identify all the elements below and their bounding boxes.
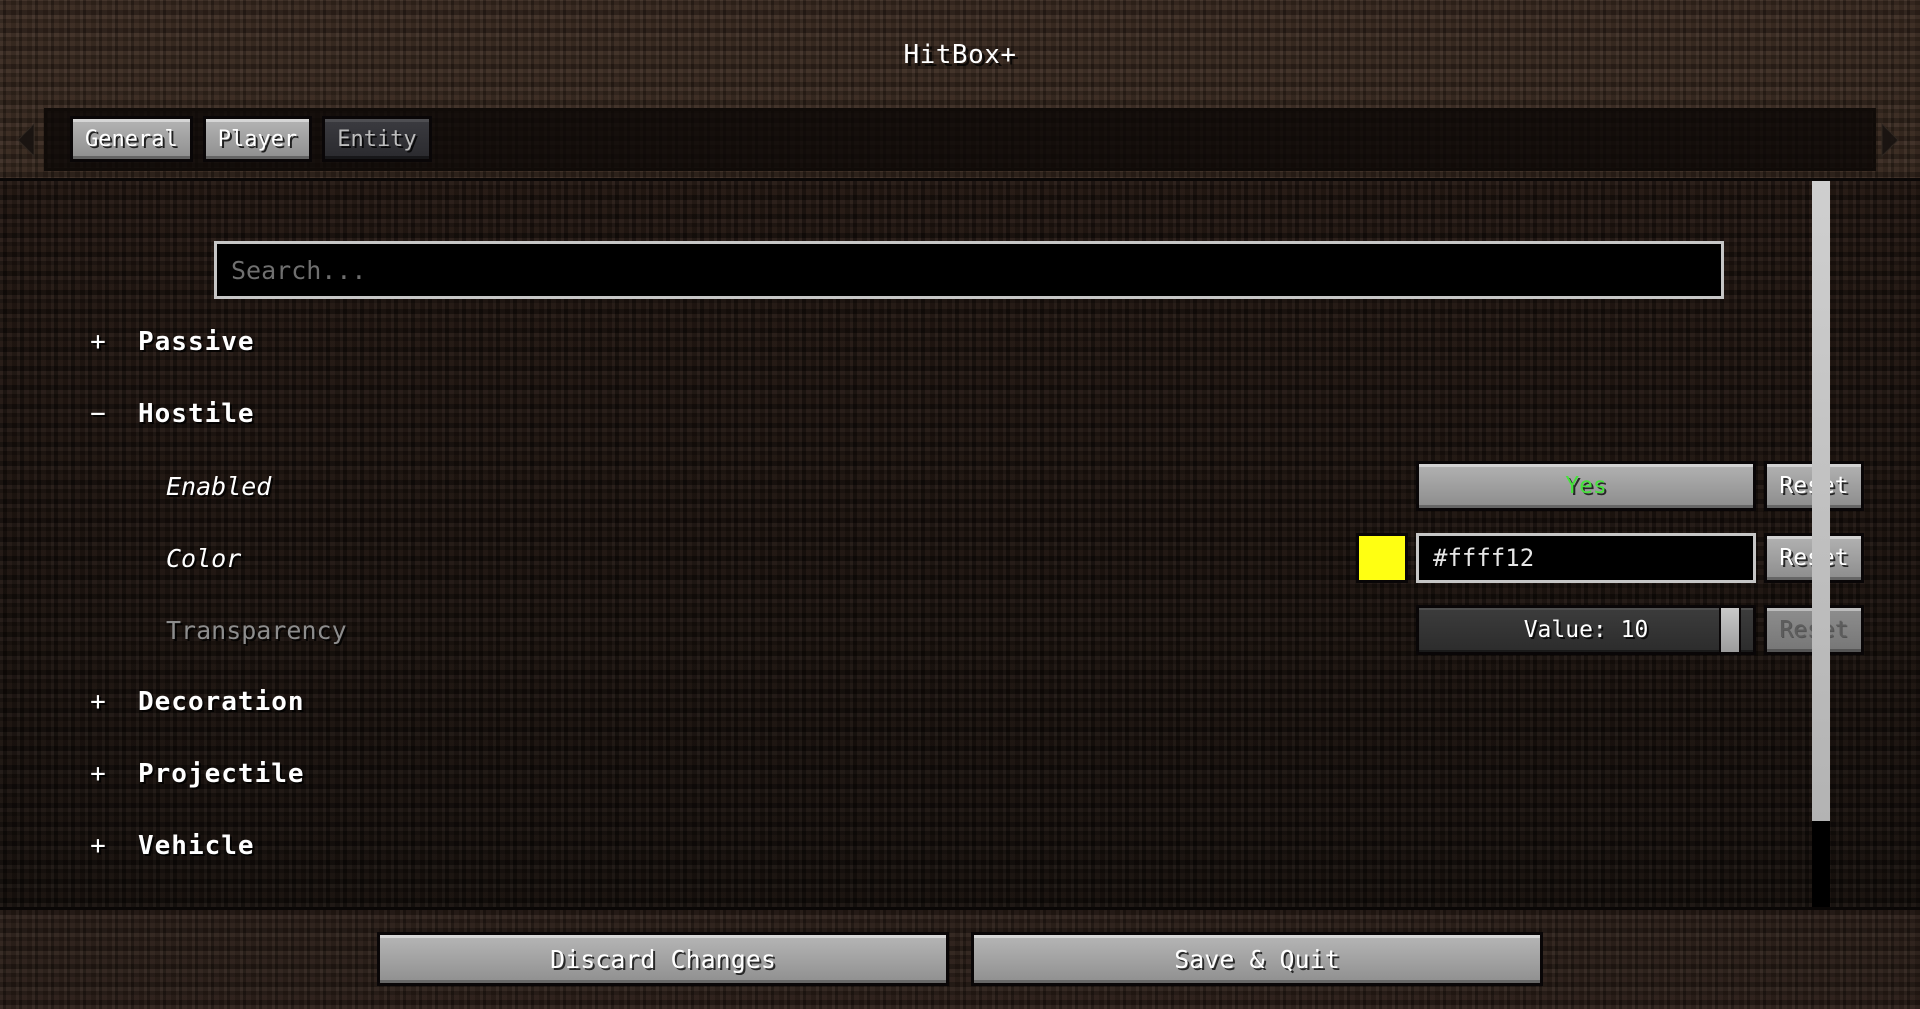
category-decoration-label: Decoration (138, 687, 305, 717)
screen-header: HitBox+ (0, 0, 1920, 100)
expand-plus-icon: + (90, 687, 106, 717)
tab-general[interactable]: General (70, 116, 193, 162)
expand-plus-icon: + (90, 831, 106, 861)
option-row-transparency: Transparency Value: 10 Reset (0, 594, 1920, 666)
minecraft-config-screen: HitBox+ General Player Entity Search... … (0, 0, 1920, 1009)
option-color-controls: Reset (1356, 532, 1864, 584)
option-transparency-label: Transparency (166, 615, 347, 645)
tab-player-label: Player (217, 126, 298, 152)
color-hex-input[interactable] (1433, 544, 1753, 572)
content-scrollbar-track[interactable] (1812, 181, 1830, 907)
category-decoration[interactable]: + Decoration (0, 666, 1920, 738)
option-transparency-controls: Value: 10 Reset (1416, 604, 1864, 656)
enabled-toggle-button[interactable]: Yes (1416, 461, 1756, 511)
expand-plus-icon: + (90, 759, 106, 789)
screen-footer: Discard Changes Save & Quit www.9minecra… (0, 910, 1920, 1009)
category-projectile-label: Projectile (138, 759, 305, 789)
category-passive-label: Passive (138, 327, 255, 357)
discard-changes-label: Discard Changes (550, 944, 776, 974)
content-scrollbar-thumb[interactable] (1812, 181, 1830, 821)
tab-list: General Player Entity (70, 116, 432, 162)
tab-bar: General Player Entity (0, 100, 1920, 178)
option-row-enabled: Enabled Yes Reset (0, 450, 1920, 522)
category-projectile[interactable]: + Projectile (0, 738, 1920, 810)
transparency-slider-handle[interactable] (1718, 608, 1741, 652)
category-hostile[interactable]: − Hostile (0, 378, 1920, 450)
search-input[interactable] (231, 255, 1721, 285)
color-swatch[interactable] (1356, 533, 1408, 583)
search-field[interactable] (214, 241, 1724, 299)
save-and-quit-label: Save & Quit (1174, 944, 1340, 974)
tab-entity-label: Entity (337, 126, 417, 152)
config-content-pane: + Passive − Hostile Enabled Yes Reset (0, 178, 1920, 910)
tab-player[interactable]: Player (202, 116, 313, 162)
chevron-left-icon[interactable] (14, 122, 40, 158)
tab-entity[interactable]: Entity (322, 116, 432, 162)
collapse-minus-icon: − (90, 399, 106, 429)
chevron-right-icon[interactable] (1876, 122, 1902, 158)
config-row-list: + Passive − Hostile Enabled Yes Reset (0, 306, 1920, 882)
category-vehicle-label: Vehicle (138, 831, 255, 861)
enabled-toggle-value: Yes (1565, 473, 1607, 499)
color-hex-field[interactable] (1416, 533, 1756, 583)
transparency-slider-value: Value: 10 (1523, 617, 1649, 643)
page-title: HitBox+ (903, 40, 1017, 70)
expand-plus-icon: + (90, 327, 106, 357)
option-row-color: Color Reset (0, 522, 1920, 594)
transparency-slider[interactable]: Value: 10 (1416, 605, 1756, 655)
category-vehicle[interactable]: + Vehicle (0, 810, 1920, 882)
category-passive[interactable]: + Passive (0, 306, 1920, 378)
option-enabled-controls: Yes Reset (1416, 460, 1864, 512)
option-color-label: Color (166, 543, 242, 573)
tab-general-label: General (85, 126, 178, 152)
save-and-quit-button[interactable]: Save & Quit (971, 932, 1543, 986)
category-hostile-label: Hostile (138, 399, 255, 429)
option-enabled-label: Enabled (166, 471, 272, 501)
discard-changes-button[interactable]: Discard Changes (377, 932, 949, 986)
